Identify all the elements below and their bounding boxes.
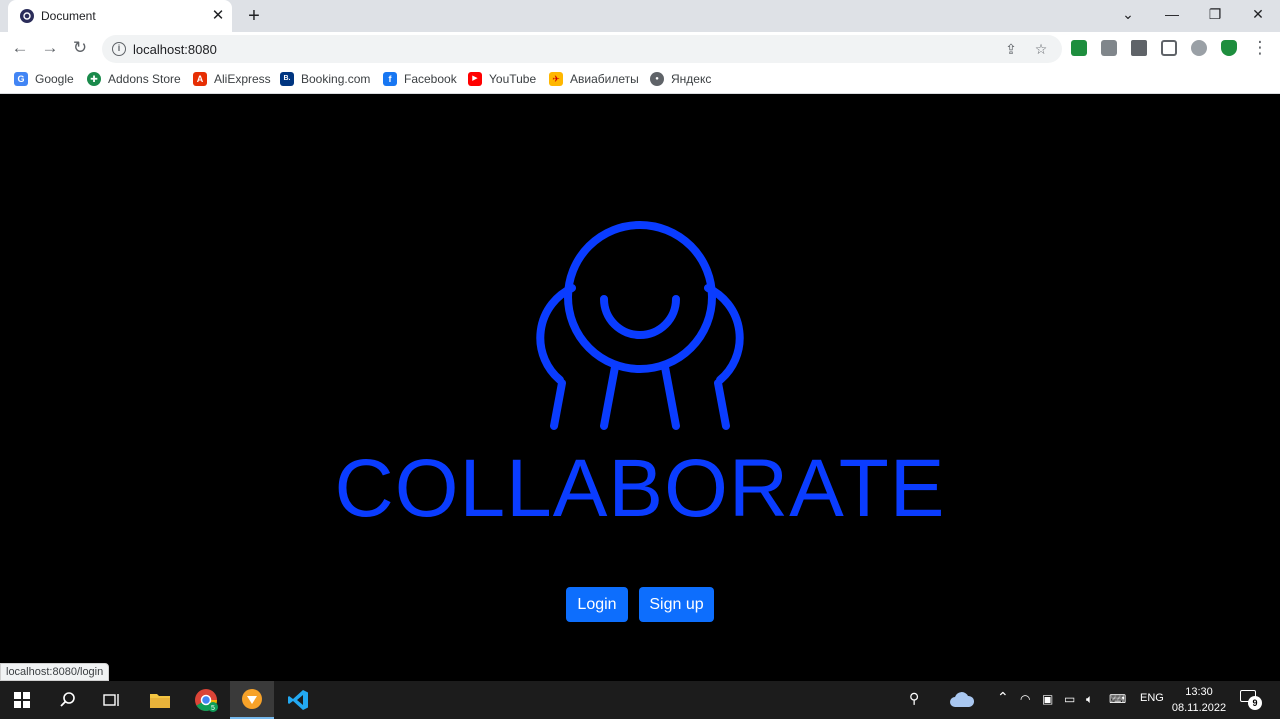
notification-count-badge: 9 <box>1248 696 1262 710</box>
onedrive-cloud-icon[interactable] <box>949 691 975 708</box>
bookmark-label: Booking.com <box>301 72 371 86</box>
bookmark-aliexpress[interactable]: A AliExpress <box>193 71 271 87</box>
people-icon[interactable]: ⚲ <box>909 690 919 707</box>
browser-orange-icon <box>242 689 262 709</box>
restore-button[interactable]: ❐ <box>1195 0 1235 28</box>
file-explorer-button[interactable] <box>138 681 182 719</box>
browser-tab[interactable]: Document ✕ <box>8 0 232 32</box>
browser-taskbar-button-active[interactable] <box>230 681 274 719</box>
bookmark-facebook[interactable]: f Facebook <box>383 71 457 87</box>
address-bar[interactable]: i localhost:8080 ⇪ ☆ <box>102 35 1062 63</box>
chevron-up-icon[interactable]: ⌃ <box>997 689 1009 706</box>
yandex-icon: ● <box>650 72 664 86</box>
keyboard-icon[interactable]: ⌨ <box>1109 692 1126 706</box>
browser-toolbar: ← → ↻ i localhost:8080 ⇪ ☆ ⋮ <box>0 32 1280 64</box>
task-view-button[interactable] <box>90 681 134 719</box>
youtube-icon: ▶ <box>468 72 482 86</box>
chrome-taskbar-button[interactable]: 5 <box>184 681 228 719</box>
new-tab-button[interactable]: + <box>243 5 265 27</box>
chevron-down-icon[interactable]: ⌄ <box>1108 0 1148 28</box>
windows-logo-icon <box>14 692 30 708</box>
meet-now-icon[interactable]: ▣ <box>1042 692 1053 706</box>
extension-shield-icon[interactable] <box>1071 40 1087 56</box>
bookmark-label: YouTube <box>489 72 537 86</box>
chrome-badge: 5 <box>211 705 215 712</box>
status-url-bubble: localhost:8080/login <box>0 663 110 681</box>
vscode-taskbar-button[interactable] <box>276 681 320 719</box>
aviabilety-icon: ✈ <box>549 72 563 86</box>
back-button[interactable]: ← <box>9 37 31 59</box>
profile-avatar[interactable] <box>1191 40 1207 56</box>
bookmark-label: Авиабилеты <box>570 72 639 86</box>
chrome-icon: 5 <box>195 689 218 712</box>
globe-icon <box>20 9 34 23</box>
share-icon[interactable]: ⇪ <box>1002 40 1020 58</box>
volume-icon[interactable]: 🔈︎ <box>1086 692 1093 707</box>
search-icon <box>60 692 75 707</box>
google-icon: G <box>14 72 28 86</box>
puzzle-icon[interactable] <box>1131 40 1147 56</box>
bookmark-addons-store[interactable]: ✚ Addons Store <box>87 71 181 87</box>
bookmark-google[interactable]: G Google <box>14 71 74 87</box>
addons-store-icon: ✚ <box>87 72 101 86</box>
minimize-button[interactable]: — <box>1152 0 1192 28</box>
bookmark-label: AliExpress <box>214 72 271 86</box>
signup-button[interactable]: Sign up <box>639 587 714 622</box>
adguard-icon[interactable] <box>1221 40 1237 56</box>
clock-date: 08.11.2022 <box>1171 702 1227 714</box>
search-button[interactable] <box>46 681 90 719</box>
bookmark-label: Google <box>35 72 74 86</box>
language-indicator[interactable]: ENG <box>1140 692 1164 704</box>
bookmark-aviabilety[interactable]: ✈ Авиабилеты <box>549 71 639 87</box>
reload-button[interactable]: ↻ <box>69 37 91 59</box>
tab-title: Document <box>41 9 96 23</box>
extension-a-icon[interactable] <box>1101 40 1117 56</box>
page-content: COLLABORATE Login Sign up localhost:8080… <box>0 95 1280 681</box>
bookmark-label: Facebook <box>404 72 457 86</box>
bookmark-label: Яндекс <box>671 72 712 86</box>
aliexpress-icon: A <box>193 72 207 86</box>
side-panel-icon[interactable] <box>1161 40 1177 56</box>
windows-taskbar: 5 ⚲ ⌃ ◠ ▣ ▭ 🔈︎ ⌨ ENG 13:30 08.11.2022 9 <box>0 681 1280 719</box>
notification-center-button[interactable]: 9 <box>1240 690 1262 710</box>
bookmark-star-icon[interactable]: ☆ <box>1032 40 1050 58</box>
task-view-icon <box>103 694 119 706</box>
system-clock[interactable]: 13:30 08.11.2022 <box>1165 684 1233 716</box>
url-text: localhost:8080 <box>133 42 217 57</box>
forward-button[interactable]: → <box>39 37 61 59</box>
menu-kebab-icon[interactable]: ⋮ <box>1249 37 1271 59</box>
booking-icon: B. <box>280 72 294 86</box>
wifi-icon[interactable]: ◠ <box>1020 692 1030 706</box>
folder-icon <box>150 694 170 708</box>
close-window-button[interactable]: ✕ <box>1238 0 1278 28</box>
close-tab-icon[interactable]: ✕ <box>208 6 228 26</box>
collaborate-logo-icon <box>536 221 744 430</box>
battery-icon[interactable]: ▭ <box>1064 692 1075 706</box>
info-icon[interactable]: i <box>112 42 126 56</box>
login-button[interactable]: Login <box>566 587 628 622</box>
clock-time: 13:30 <box>1185 686 1213 698</box>
bookmark-yandex[interactable]: ● Яндекс <box>650 71 711 87</box>
bookmark-booking[interactable]: B. Booking.com <box>280 71 370 87</box>
start-button[interactable] <box>0 681 44 719</box>
vscode-icon <box>288 690 308 710</box>
brand-title: COLLABORATE <box>334 443 946 534</box>
bookmark-youtube[interactable]: ▶ YouTube <box>468 71 536 87</box>
facebook-icon: f <box>383 72 397 86</box>
tab-strip: Document ✕ + ⌄ — ❐ ✕ <box>0 0 1280 32</box>
bookmarks-bar: G Google ✚ Addons Store A AliExpress B. … <box>0 64 1280 94</box>
bookmark-label: Addons Store <box>108 72 181 86</box>
